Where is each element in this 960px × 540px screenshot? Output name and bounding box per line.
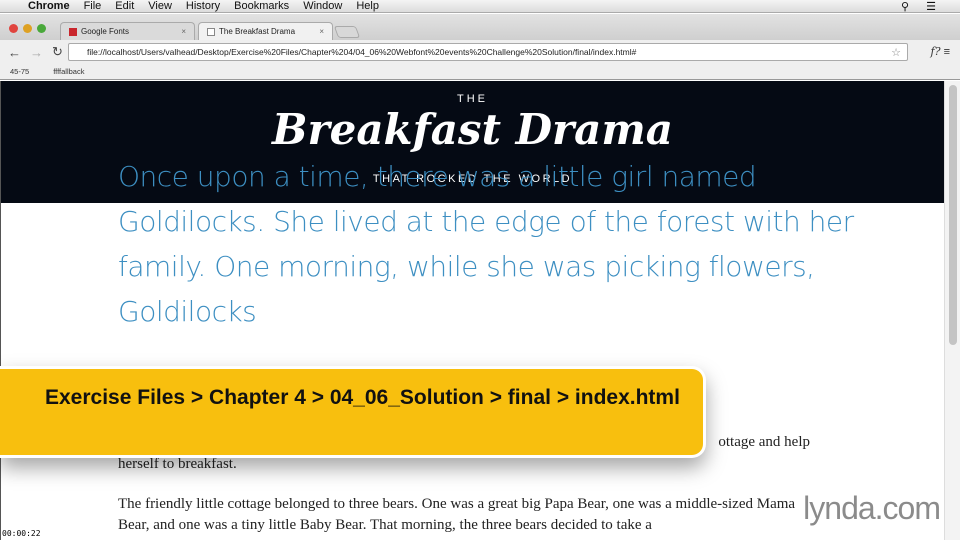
address-bar[interactable]: file://localhost/Users/valhead/Desktop/E… bbox=[68, 43, 908, 61]
scrollbar-thumb[interactable] bbox=[949, 85, 957, 345]
menu-file[interactable]: File bbox=[84, 0, 102, 12]
bookmarks-bar: 45-75 ffffallback bbox=[0, 64, 960, 80]
reload-icon[interactable]: ↻ bbox=[52, 44, 66, 60]
url-text: file://localhost/Users/valhead/Desktop/E… bbox=[87, 47, 637, 57]
menu-window[interactable]: Window bbox=[303, 0, 342, 12]
file-path-overlay: Exercise Files > Chapter 4 > 04_06_Solut… bbox=[0, 366, 706, 458]
back-icon[interactable]: ← bbox=[8, 45, 22, 60]
page-icon bbox=[207, 27, 215, 36]
close-tab-icon[interactable]: × bbox=[181, 27, 186, 36]
new-tab-button[interactable] bbox=[333, 26, 361, 38]
forward-icon[interactable]: → bbox=[30, 45, 44, 60]
menu-bookmarks[interactable]: Bookmarks bbox=[234, 0, 289, 12]
chrome-menu-icon[interactable]: ≡ bbox=[944, 46, 950, 58]
browser-toolbar: ← → ↻ file://localhost/Users/valhead/Des… bbox=[0, 40, 960, 64]
bookmark-45-75[interactable]: 45-75 bbox=[10, 67, 29, 76]
scrollbar[interactable] bbox=[944, 81, 960, 540]
tab-google-fonts[interactable]: Google Fonts × bbox=[60, 22, 195, 40]
tab-breakfast-drama[interactable]: The Breakfast Drama × bbox=[198, 22, 333, 40]
close-tab-icon[interactable]: × bbox=[319, 27, 324, 36]
title-pre: THE bbox=[457, 93, 488, 105]
menu-bar: Chrome File Edit View History Bookmarks … bbox=[0, 0, 960, 13]
tab-bar: Google Fonts × The Breakfast Drama × bbox=[0, 14, 960, 40]
bookmark-ffffallback[interactable]: ffffallback bbox=[53, 67, 84, 76]
tab-label: The Breakfast Drama bbox=[219, 27, 296, 36]
close-window-button[interactable] bbox=[9, 24, 18, 33]
lynda-watermark: lynda.com bbox=[803, 490, 941, 526]
google-fonts-icon bbox=[69, 27, 77, 36]
list-icon[interactable]: ☰ bbox=[926, 1, 936, 13]
video-timestamp: 00:00:22 bbox=[2, 529, 41, 538]
site-title: Breakfast Drama bbox=[271, 105, 674, 154]
tab-label: Google Fonts bbox=[81, 27, 130, 36]
menu-view[interactable]: View bbox=[148, 0, 172, 12]
paragraph-2: The friendly little cottage belonged to … bbox=[118, 496, 796, 533]
menu-help[interactable]: Help bbox=[356, 0, 379, 12]
minimize-window-button[interactable] bbox=[23, 24, 32, 33]
zoom-window-button[interactable] bbox=[37, 24, 46, 33]
lead-paragraph: Once upon a time, there was a little gir… bbox=[118, 160, 854, 328]
bookmark-star-icon[interactable]: ☆ bbox=[891, 46, 901, 59]
menu-history[interactable]: History bbox=[186, 0, 220, 12]
font-extension-icon[interactable]: f? bbox=[931, 45, 941, 58]
menu-app[interactable]: Chrome bbox=[28, 0, 70, 12]
spotlight-icon[interactable]: ⚲ bbox=[901, 1, 909, 13]
menu-edit[interactable]: Edit bbox=[115, 0, 134, 12]
